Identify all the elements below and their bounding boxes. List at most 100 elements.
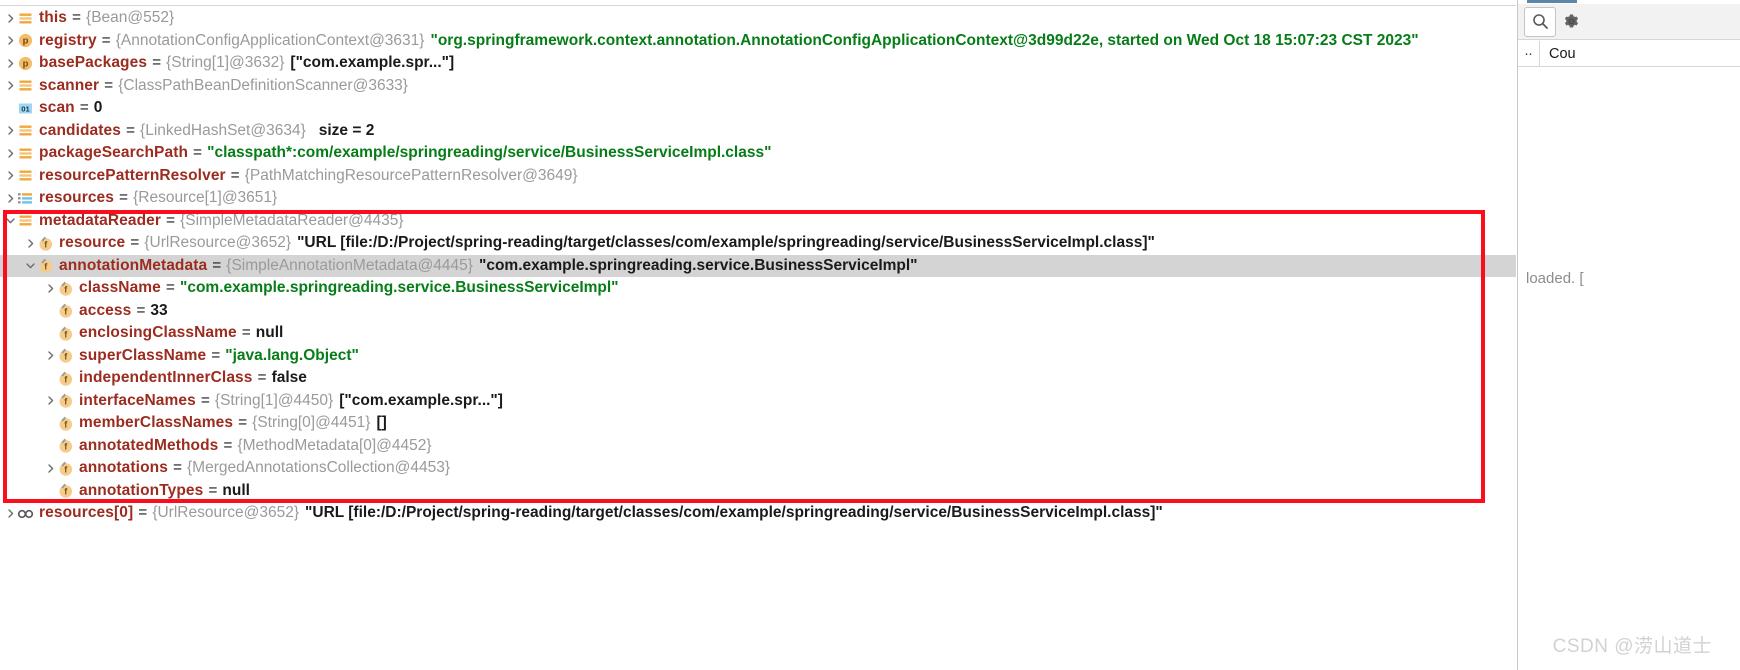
chevron-right-icon[interactable] (4, 125, 17, 136)
field-list-icon (17, 10, 34, 27)
chevron-right-icon[interactable] (4, 80, 17, 91)
property-icon: p (17, 55, 34, 72)
equals-sign: = (130, 234, 140, 251)
variable-type: {MethodMetadata[0]@4452} (237, 436, 432, 454)
panel-header-column-label: Cou (1549, 45, 1576, 62)
tree-row[interactable]: f independentInnerClass = false (0, 367, 1516, 390)
equals-sign: = (119, 189, 129, 206)
equals-sign: = (172, 459, 182, 476)
variable-value: "classpath*:com/example/springreading/se… (207, 144, 772, 161)
tree-row[interactable]: resources[0] = {UrlResource@3652} "URL [fil… (0, 502, 1516, 525)
gear-icon[interactable] (1556, 8, 1586, 36)
tree-row[interactable]: f annotationMetadata = {SimpleAnnotationMet… (0, 254, 1516, 277)
tree-row[interactable]: resourcePatternResolver = {PathMatchingRes… (0, 165, 1516, 188)
variable-value: "com.example.springreading.service.Busin… (478, 256, 918, 274)
field-list-icon (17, 212, 34, 229)
field-icon: f (57, 482, 74, 499)
panel-column-header: .. Cou (1518, 41, 1740, 67)
tree-row[interactable]: f memberClassNames = {String[0]@4451} [] (0, 412, 1516, 435)
variable-name: scanner (39, 76, 100, 94)
chevron-right-icon[interactable] (4, 13, 17, 24)
variable-type: {LinkedHashSet@3634} (140, 121, 306, 139)
variable-value: "org.springframework.context.annotation.… (430, 31, 1419, 49)
variable-value: size = 2 (318, 121, 375, 139)
tree-row[interactable]: f enclosingClassName = null (0, 322, 1516, 345)
tree-row[interactable]: f annotatedMethods = {MethodMetadata[0]@445… (0, 435, 1516, 458)
equals-sign: = (136, 301, 146, 319)
field-icon: f (57, 460, 74, 477)
variable-value: 33 (150, 301, 168, 319)
variable-type: {UrlResource@3652} (152, 504, 300, 521)
debugger-screenshot: this = {Bean@552} p registry = {AnnotationConf… (0, 0, 1740, 670)
variable-name: resource (59, 234, 126, 251)
equals-sign: = (208, 481, 218, 499)
panel-header-dots: .. (1518, 41, 1540, 66)
chevron-right-icon[interactable] (4, 58, 17, 69)
tree-row[interactable]: f superClassName = "java.lang.Object" (0, 345, 1516, 368)
side-panel: .. Cou loaded. [ (1517, 0, 1740, 670)
variable-name: memberClassNames (79, 414, 234, 431)
field-icon: f (57, 392, 74, 409)
variable-type: {Resource[1]@3651} (133, 189, 278, 206)
equals-sign: = (165, 279, 175, 296)
svg-text:01: 01 (21, 104, 30, 113)
variable-type: {Bean@552} (86, 9, 175, 26)
equals-sign: = (101, 31, 111, 49)
tree-row[interactable]: f interfaceNames = {String[1]@4450} ["com.ex… (0, 390, 1516, 413)
tree-row[interactable]: f annotationTypes = null (0, 480, 1516, 503)
tree-row[interactable]: 01 scan = 0 (0, 97, 1516, 120)
variable-value: false (271, 369, 307, 386)
variable-value: "URL [file:/D:/Project/spring-reading/ta… (297, 234, 1155, 251)
chevron-down-icon[interactable] (4, 215, 17, 226)
chevron-down-icon[interactable] (24, 260, 37, 271)
variable-name: enclosingClassName (79, 324, 237, 341)
tree-row[interactable]: f className = "com.example.springreading.se… (0, 277, 1516, 300)
equals-sign: = (138, 504, 148, 521)
chevron-right-icon[interactable] (4, 508, 17, 519)
chevron-right-icon[interactable] (4, 148, 17, 159)
search-icon[interactable] (1524, 6, 1556, 37)
variable-name: independentInnerClass (79, 369, 253, 386)
field-icon: f (57, 325, 74, 342)
panel-active-tab-indicator (1527, 0, 1577, 3)
field-list-icon (17, 145, 34, 162)
variable-type: {PathMatchingResourcePatternResolver@364… (244, 166, 578, 184)
tree-row[interactable]: this = {Bean@552} (0, 7, 1516, 30)
variable-name: scan (39, 99, 75, 116)
tree-row[interactable]: p basePackages = {String[1]@3632} ["com.exam… (0, 52, 1516, 75)
chevron-right-icon[interactable] (44, 463, 57, 474)
variable-name: annotatedMethods (79, 436, 219, 454)
chevron-right-icon[interactable] (44, 283, 57, 294)
tree-row[interactable]: f annotations = {MergedAnnotationsCollectio… (0, 457, 1516, 480)
field-list-icon (17, 122, 34, 139)
variable-name: candidates (39, 121, 121, 139)
equals-sign: = (212, 256, 222, 274)
chevron-right-icon[interactable] (4, 193, 17, 204)
tree-row[interactable]: metadataReader = {SimpleMetadataReader@443… (0, 210, 1516, 233)
equals-sign: = (193, 144, 203, 161)
chevron-right-icon[interactable] (44, 350, 57, 361)
variable-value: null (255, 324, 284, 341)
chevron-right-icon[interactable] (4, 35, 17, 46)
tree-row[interactable]: p registry = {AnnotationConfigApplicationCo… (0, 30, 1516, 53)
tree-row[interactable]: f access = 33 (0, 300, 1516, 323)
field-icon: f (37, 235, 54, 252)
tree-row[interactable]: scanner = {ClassPathBeanDefinitionScanner@… (0, 75, 1516, 98)
chevron-right-icon[interactable] (4, 170, 17, 181)
variable-type: {MergedAnnotationsCollection@4453} (187, 459, 451, 476)
chevron-right-icon[interactable] (24, 238, 37, 249)
field-list-icon (17, 167, 34, 184)
tree-row[interactable]: f resource = {UrlResource@3652} "URL [file:/… (0, 232, 1516, 255)
svg-text:p: p (23, 36, 29, 47)
variable-type: {String[0]@4451} (252, 414, 371, 431)
variable-name: resources (39, 189, 115, 206)
tree-row[interactable]: packageSearchPath = "classpath*:com/exampl… (0, 142, 1516, 165)
variable-value: null (222, 481, 250, 499)
variable-name: superClassName (79, 346, 207, 364)
tree-row[interactable]: resources = {Resource[1]@3651} (0, 187, 1516, 210)
equals-sign: = (152, 54, 162, 71)
variables-tree[interactable]: this = {Bean@552} p registry = {AnnotationConf… (0, 7, 1516, 547)
tree-row[interactable]: candidates = {LinkedHashSet@3634} size = 2 (0, 120, 1516, 143)
variable-name: access (79, 301, 132, 319)
chevron-right-icon[interactable] (44, 395, 57, 406)
